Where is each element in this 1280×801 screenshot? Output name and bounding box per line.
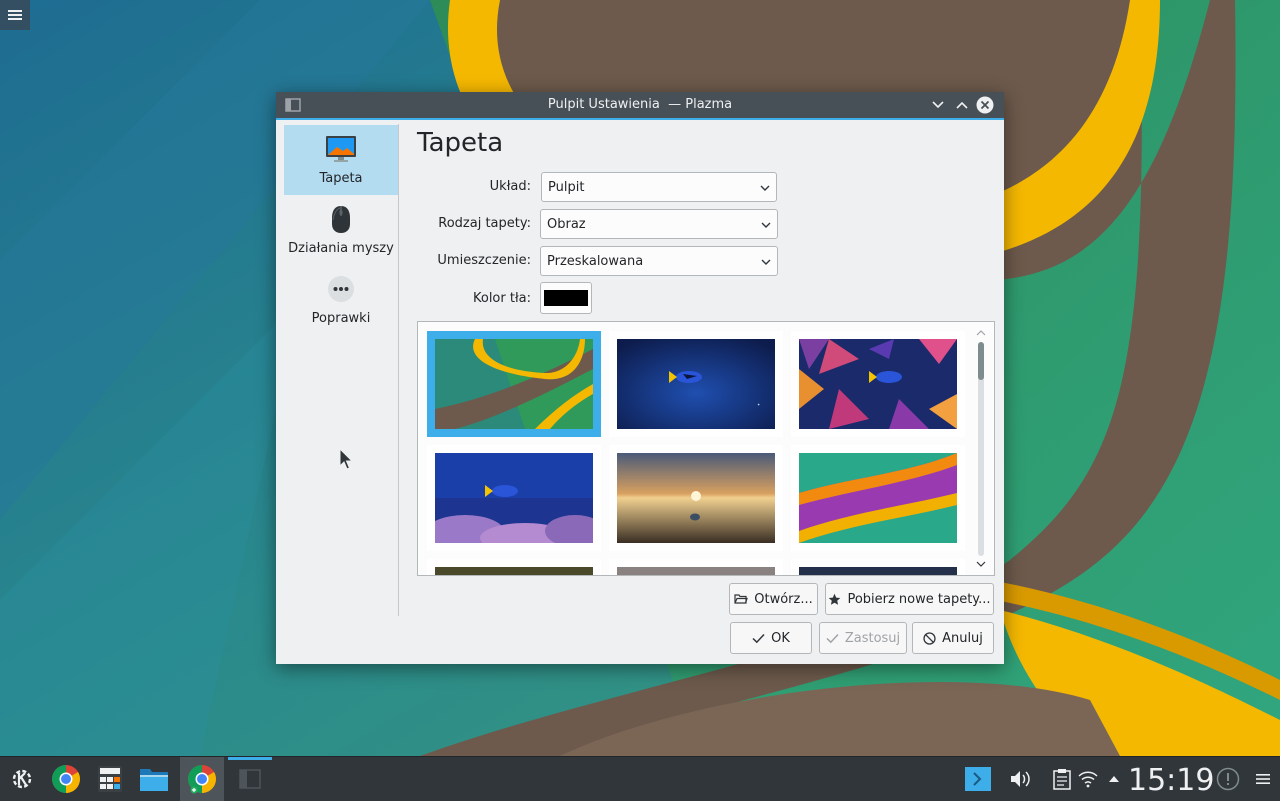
menu-icon <box>1256 774 1270 784</box>
file-manager-icon <box>140 769 168 791</box>
open-button-label: Otwórz... <box>754 591 813 607</box>
star-icon <box>829 593 841 605</box>
wallpaper-thumb-fish-polygons[interactable] <box>791 331 965 437</box>
digital-clock[interactable]: 15:19 <box>1128 763 1214 798</box>
positioning-label: Umieszczenie: <box>437 253 531 268</box>
wallpaper-preview <box>799 567 957 575</box>
window-icon <box>239 769 261 789</box>
positioning-value: Przeskalowana <box>547 254 644 269</box>
chevron-down-icon <box>932 101 944 109</box>
wallpaper-type-value: Obraz <box>547 217 586 232</box>
get-new-wallpapers-button[interactable]: Pobierz nowe tapety... <box>825 583 994 615</box>
color-swatch <box>544 290 588 306</box>
panel-options-button[interactable] <box>1247 763 1279 795</box>
wallpaper-thumb-partial-3[interactable] <box>791 559 965 575</box>
clipboard-icon <box>1053 769 1071 790</box>
minimize-button[interactable] <box>929 96 947 114</box>
wallpaper-type-label: Rodzaj tapety: <box>438 216 531 231</box>
layout-select[interactable]: Pulpit <box>541 172 777 202</box>
layout-select-value: Pulpit <box>548 180 585 195</box>
wallpaper-thumb-fish-coral[interactable] <box>427 445 601 551</box>
mouse-pointer-icon <box>339 448 353 470</box>
wallpaper-preview <box>799 339 957 429</box>
desktop-settings-dialog: Pulpit Ustawienia — Plazma Tapeta Działa… <box>276 92 1004 664</box>
close-button[interactable] <box>976 96 994 114</box>
dialog-titlebar[interactable]: Pulpit Ustawienia — Plazma <box>276 92 1004 120</box>
taskbar: 15:19 <box>0 756 1280 801</box>
cancel-icon <box>923 631 936 645</box>
tray-expand-button[interactable] <box>1098 763 1130 795</box>
wallpaper-preview: ✦ <box>617 339 775 429</box>
taskbar-task-chrome[interactable] <box>180 757 224 801</box>
wallpaper-preview <box>435 453 593 543</box>
layout-label: Układ: <box>489 179 531 194</box>
wallpaper-preview <box>435 567 593 575</box>
maximize-button[interactable] <box>953 96 971 114</box>
taskbar-calculator-launcher[interactable] <box>94 763 126 795</box>
notifications-icon <box>1216 767 1240 791</box>
wallpaper-preview <box>435 339 593 429</box>
wallpaper-preview <box>617 453 775 543</box>
wallpaper-thumb-colorful-ribbon[interactable] <box>791 445 965 551</box>
chrome-icon <box>52 765 80 793</box>
settings-sidebar: Tapeta Działania myszy Poprawki <box>284 124 399 616</box>
virtual-desktop-pager[interactable] <box>228 757 272 801</box>
dialog-title: Pulpit Ustawienia — Plazma <box>547 97 733 112</box>
calculator-icon <box>98 766 122 792</box>
chevron-up-icon <box>956 101 968 109</box>
checkmark-icon <box>752 633 765 643</box>
taskbar-chrome-launcher[interactable] <box>50 763 82 795</box>
chevron-down-icon <box>761 222 771 228</box>
folder-open-icon <box>734 594 749 604</box>
apply-button-label: Zastosuj <box>844 630 901 646</box>
cancel-button-label: Anuluj <box>942 630 983 646</box>
wallpaper-grid[interactable]: ✦ <box>417 321 995 576</box>
positioning-select[interactable]: Przeskalowana <box>540 246 778 276</box>
cancel-button[interactable]: Anuluj <box>912 622 994 654</box>
wallpaper-grid-scrollbar[interactable] <box>974 326 988 572</box>
ok-button-label: OK <box>771 630 790 646</box>
ok-button[interactable]: OK <box>730 622 812 654</box>
chevron-down-icon <box>761 259 771 265</box>
desktop-toolbox-button[interactable] <box>0 0 30 30</box>
wallpaper-preview <box>799 453 957 543</box>
tray-terminal-button[interactable] <box>962 763 994 795</box>
page-title: Tapeta <box>417 128 504 158</box>
checkmark-icon <box>826 633 839 643</box>
wallpaper-preview <box>617 567 775 575</box>
kde-launcher-icon <box>12 769 32 789</box>
pager-active-indicator <box>228 757 272 760</box>
tray-volume-button[interactable] <box>1005 763 1037 795</box>
monitor-icon <box>325 133 357 165</box>
wallpaper-thumb-partial-1[interactable] <box>427 559 601 575</box>
get-new-wallpapers-label: Pobierz nowe tapety... <box>847 591 991 607</box>
chrome-icon <box>188 765 216 794</box>
background-color-button[interactable] <box>540 282 592 314</box>
close-icon <box>976 96 994 114</box>
wallpaper-thumb-fish-blue[interactable]: ✦ <box>609 331 783 437</box>
wallpaper-thumb-next[interactable] <box>427 331 601 437</box>
apply-button[interactable]: Zastosuj <box>819 622 907 654</box>
taskbar-file-manager-launcher[interactable] <box>138 763 170 795</box>
wallpaper-thumb-beach-sunset[interactable] <box>609 445 783 551</box>
sidebar-item-label: Poprawki <box>311 311 371 326</box>
wallpaper-thumb-partial-2[interactable] <box>609 559 783 575</box>
arrow-up-icon <box>1109 776 1119 782</box>
tray-notifications-button[interactable] <box>1212 763 1244 795</box>
background-color-label: Kolor tła: <box>472 291 531 306</box>
application-launcher-button[interactable] <box>6 763 38 795</box>
wifi-icon <box>1078 771 1098 788</box>
terminal-icon <box>965 767 991 791</box>
chevron-down-icon <box>760 185 770 191</box>
open-button[interactable]: Otwórz... <box>729 583 818 615</box>
wallpaper-type-select[interactable]: Obraz <box>540 209 778 239</box>
volume-icon <box>1011 771 1030 787</box>
